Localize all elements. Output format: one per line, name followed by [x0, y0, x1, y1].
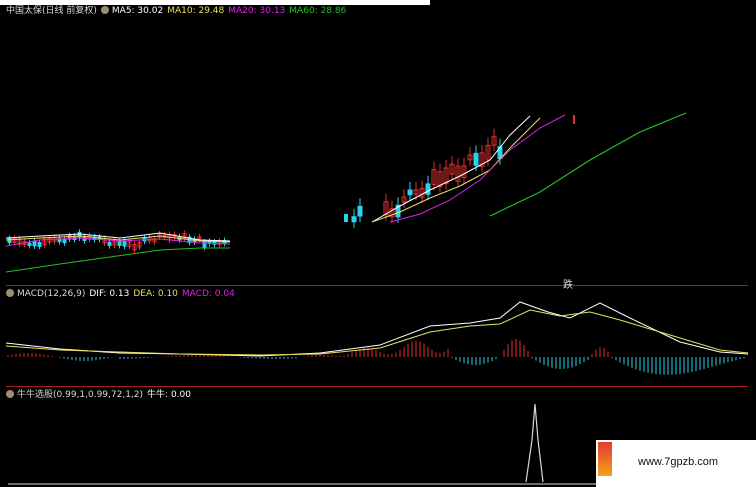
niu-signal-spike: [525, 403, 544, 483]
macd-settings-icon[interactable]: [6, 289, 14, 297]
candle-body: [357, 205, 363, 217]
candle-body: [77, 231, 82, 239]
candle-body: [407, 189, 413, 196]
candle-body: [62, 238, 67, 244]
macd-value: MACD: 0.04: [181, 289, 235, 299]
panel-separator-2: [6, 386, 748, 387]
die-label: 跌: [563, 280, 573, 291]
ma20-line-right: [389, 114, 566, 223]
niu-header: 牛牛选股(0.99,1,0.99,72,1,2) 牛牛: 0.00: [6, 389, 195, 401]
right-edge: [748, 0, 756, 487]
macd-dif: DIF: 0.13: [89, 289, 130, 299]
ma60-line-left: [5, 247, 230, 273]
niu-name: 牛牛选股(0.99,1,0.99,72,1,2): [17, 390, 144, 400]
candle-body: [351, 216, 357, 223]
candle-body: [107, 241, 112, 247]
stock-chart-window: 中国太保(日线 前复权) MA5: 30.02 MA10: 29.48 MA20: 3…: [0, 0, 756, 487]
candle-body: [27, 242, 32, 246]
macd-header: MACD(12,26,9) DIF: 0.13 DEA: 0.10 MACD: 0.0…: [6, 288, 239, 300]
candle-body: [7, 237, 12, 244]
candle-body: [122, 240, 127, 247]
panel-separator-1: [6, 285, 748, 286]
watermark-logo-icon: [598, 442, 612, 476]
dea-line: [5, 309, 749, 356]
candle-body: [37, 241, 42, 247]
candle-body: [117, 241, 122, 246]
macd-name: MACD(12,26,9): [17, 289, 86, 299]
candle-body: [32, 240, 37, 247]
niu-value: 牛牛: 0.00: [147, 390, 191, 400]
macd-dea: DEA: 0.10: [133, 289, 178, 299]
ma60-line-right: [489, 112, 687, 217]
candle-body: [473, 152, 479, 166]
candle-body: [425, 183, 431, 195]
price-chart-svg: [5, 112, 749, 485]
watermark: www.7gpzb.com: [596, 440, 756, 487]
candle-body: [344, 214, 348, 222]
watermark-url: www.7gpzb.com: [638, 456, 719, 468]
niu-settings-icon[interactable]: [6, 390, 14, 398]
